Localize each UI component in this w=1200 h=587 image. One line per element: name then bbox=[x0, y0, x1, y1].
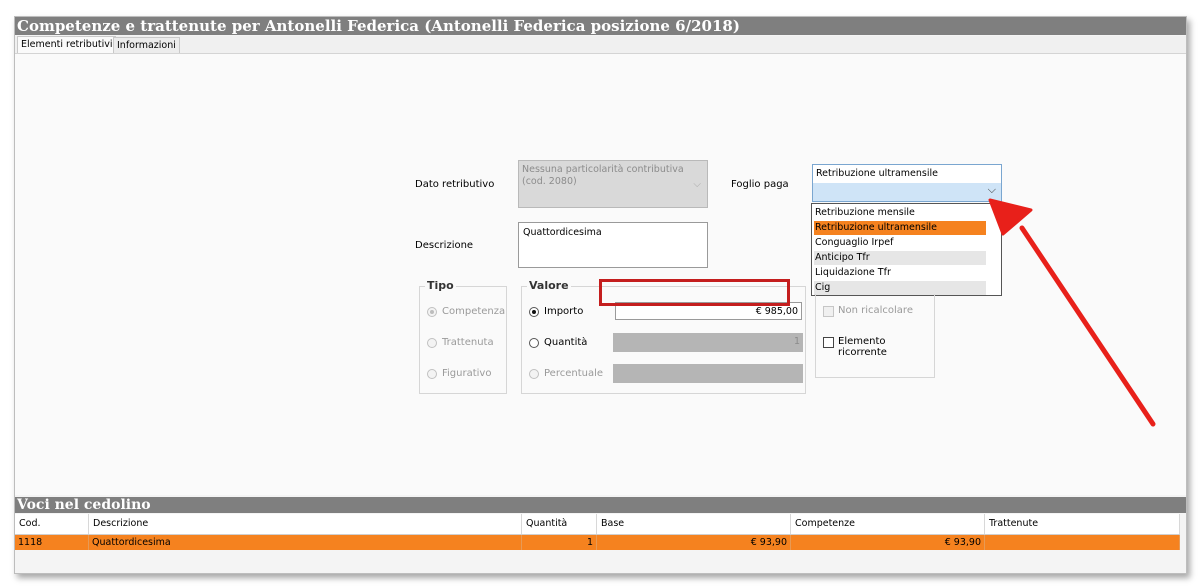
red-arrow-icon bbox=[988, 198, 1156, 427]
